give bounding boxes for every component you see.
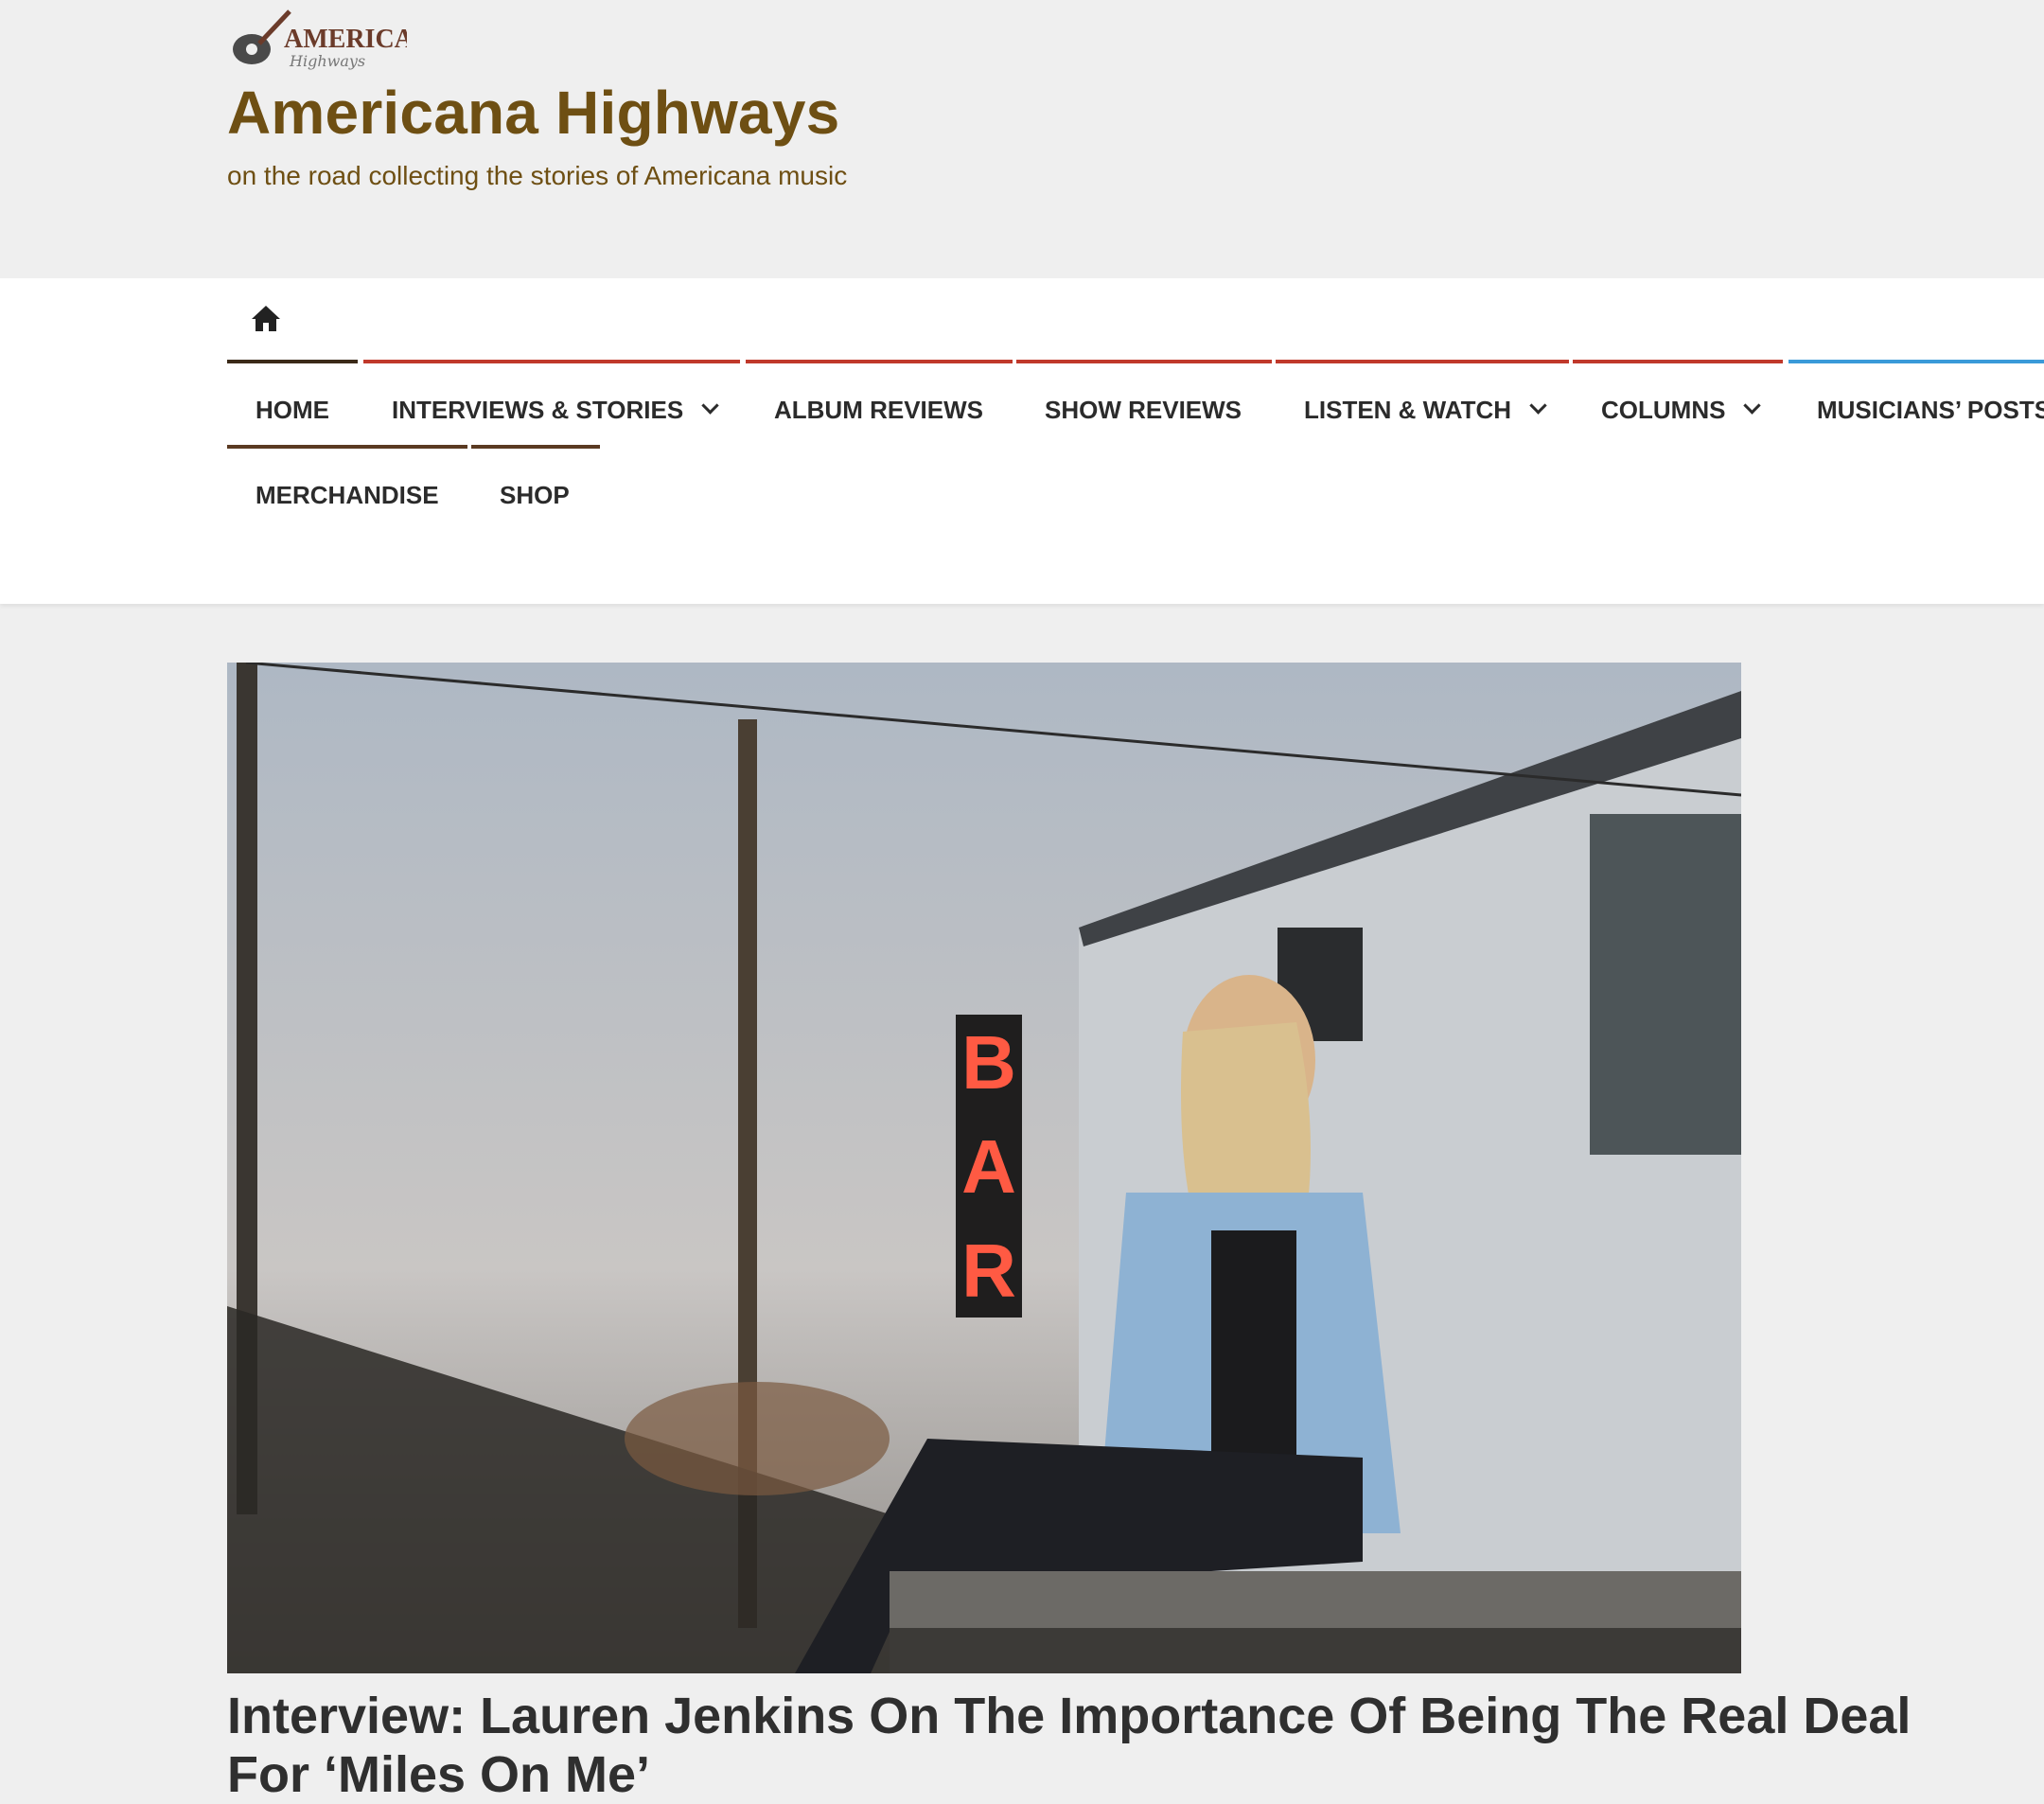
- nav-item-listen-watch[interactable]: LISTEN & WATCH: [1276, 360, 1569, 439]
- chevron-down-icon[interactable]: [701, 397, 719, 415]
- nav-item-label: COLUMNS: [1601, 396, 1726, 424]
- nav-item-merchandise[interactable]: MERCHANDISE: [227, 445, 467, 524]
- nav-item-show-reviews[interactable]: SHOW REVIEWS: [1016, 360, 1272, 439]
- nav-item-label: MUSICIANS’ POSTS: [1817, 396, 2044, 424]
- featured-image[interactable]: B A R: [227, 663, 1741, 1673]
- nav-item-label: LISTEN & WATCH: [1304, 396, 1512, 424]
- nav-item-home[interactable]: HOME: [227, 360, 358, 439]
- nav-item-label: MERCHANDISE: [256, 481, 439, 509]
- sign-letter-a: A: [961, 1124, 1016, 1209]
- site-header: AMERICANA Highways Americana Highways on…: [0, 0, 2044, 278]
- main-navigation: HOME INTERVIEWS & STORIES ALBUM REVIEWS …: [0, 278, 2044, 604]
- site-logo[interactable]: AMERICANA Highways: [227, 8, 407, 72]
- nav-item-label: SHOW REVIEWS: [1045, 396, 1242, 424]
- guitar-logo-icon: AMERICANA Highways: [233, 9, 407, 70]
- nav-item-label: HOME: [256, 396, 329, 424]
- logo-subtext: Highways: [289, 52, 365, 70]
- nav-item-album-reviews[interactable]: ALBUM REVIEWS: [746, 360, 1013, 439]
- home-icon[interactable]: [250, 303, 282, 335]
- nav-item-shop[interactable]: SHOP: [471, 445, 600, 524]
- post-title[interactable]: Interview: Lauren Jenkins On The Importa…: [227, 1687, 2006, 1804]
- chevron-down-icon[interactable]: [1529, 397, 1547, 415]
- nav-item-label: INTERVIEWS & STORIES: [392, 396, 684, 424]
- nav-item-label: ALBUM REVIEWS: [774, 396, 983, 424]
- nav-item-columns[interactable]: COLUMNS: [1573, 360, 1783, 439]
- nav-item-label: SHOP: [500, 481, 570, 509]
- sign-letter-b: B: [961, 1020, 1016, 1105]
- logo-text: AMERICANA: [284, 25, 407, 54]
- site-tagline: on the road collecting the stories of Am…: [227, 161, 848, 190]
- sign-letter-r: R: [961, 1229, 1016, 1313]
- nav-item-musicians-posts[interactable]: MUSICIANS’ POSTS: [1788, 360, 2044, 439]
- chevron-down-icon[interactable]: [1743, 397, 1762, 415]
- nav-item-interviews-stories[interactable]: INTERVIEWS & STORIES: [363, 360, 740, 439]
- site-title[interactable]: Americana Highways: [227, 78, 839, 148]
